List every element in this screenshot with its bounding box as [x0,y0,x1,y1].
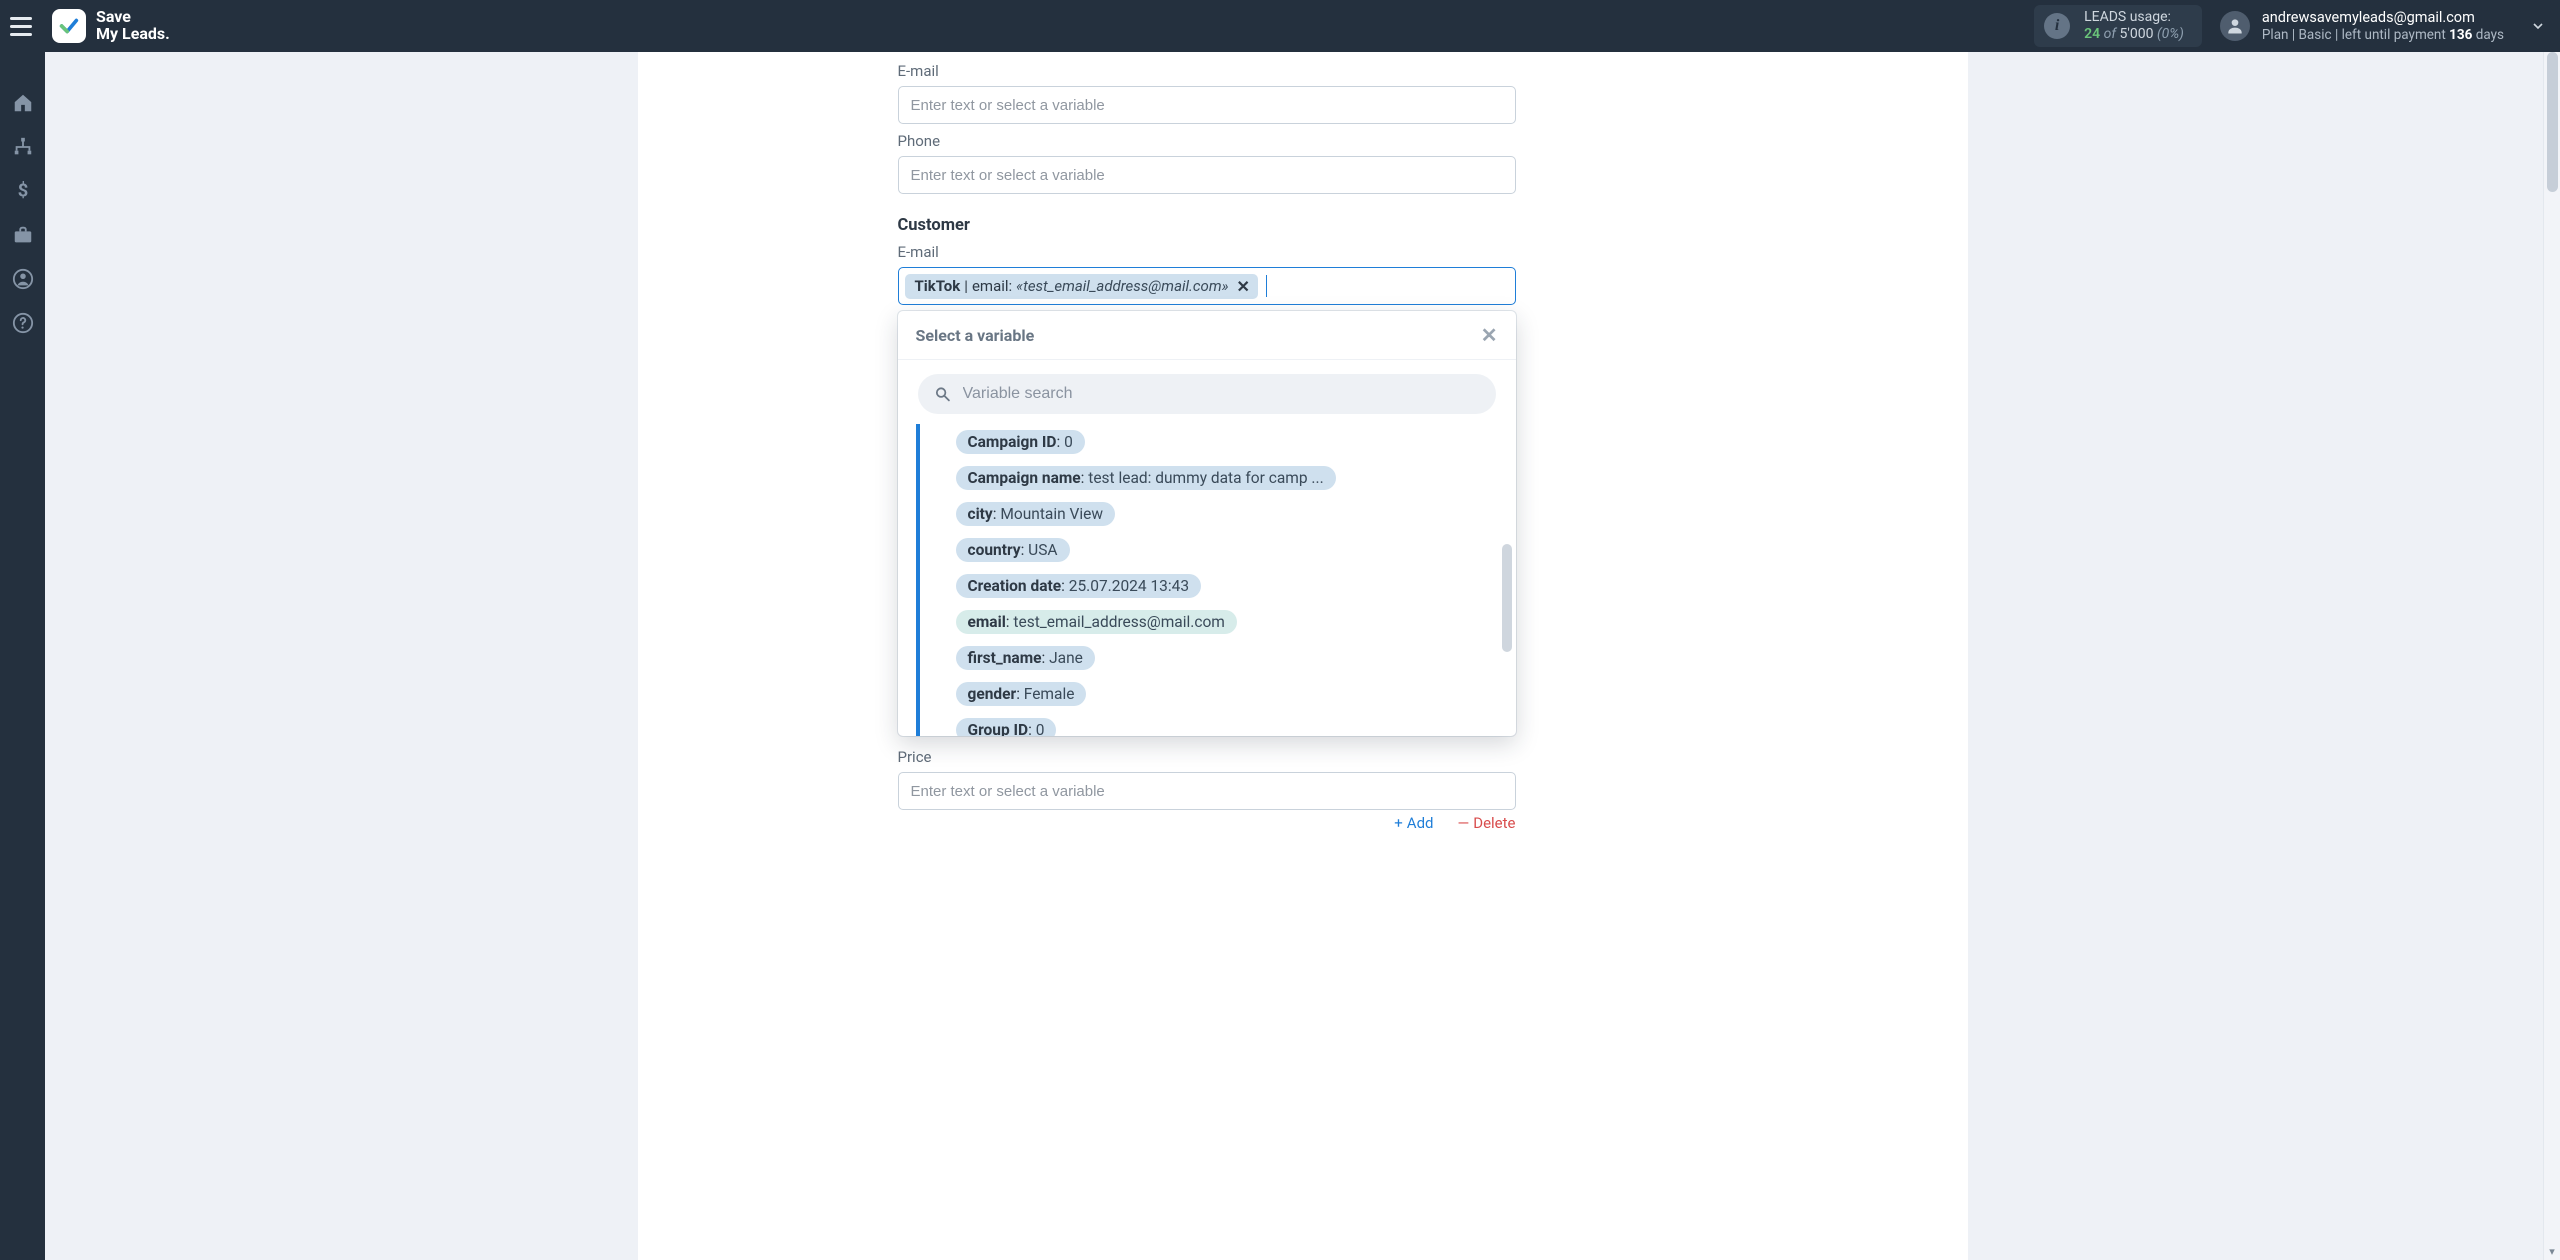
variable-search[interactable] [918,374,1496,414]
nav-billing[interactable]: $ [0,170,45,212]
customer-email-input[interactable]: TikTok | email: «test_email_address@mail… [898,267,1516,305]
variable-panel-title: Select a variable [916,326,1035,345]
variable-option[interactable]: email: test_email_address@mail.com [956,610,1237,634]
nav-briefcase[interactable] [0,214,45,256]
variable-option[interactable]: country: USA [956,538,1070,562]
menu-toggle[interactable] [10,12,38,40]
topbar: Save My Leads. i LEADS usage: 24 of 5'00… [0,0,2560,52]
nav-help[interactable] [0,302,45,344]
variable-option[interactable]: gender: Female [956,682,1087,706]
variable-chip[interactable]: TikTok | email: «test_email_address@mail… [905,274,1258,299]
leads-usage[interactable]: i LEADS usage: 24 of 5'000 (0%) [2034,5,2202,47]
variable-option[interactable]: city: Mountain View [956,502,1116,526]
avatar-icon [2220,11,2250,41]
variable-search-input[interactable] [963,385,1480,403]
add-button[interactable]: + Add [1394,814,1433,832]
text-caret [1266,275,1267,297]
page: E-mail Phone Customer E-mail TikTok | em… [45,52,2560,1260]
label-cust-email: E-mail [898,243,1708,261]
chip-source: TikTok [915,277,961,295]
brand[interactable]: Save My Leads. [52,9,170,43]
row-actions: + Add — Delete [898,814,1516,832]
user-menu[interactable]: andrewsavemyleads@gmail.com Plan | Basic… [2220,9,2546,43]
sidebar: $ [0,52,45,1260]
plus-icon: + [1394,814,1403,832]
email-input[interactable] [898,86,1516,124]
chip-field: email: [972,277,1012,295]
nav-account[interactable] [0,258,45,300]
phone-input[interactable] [898,156,1516,194]
nav-home[interactable] [0,82,45,124]
close-icon[interactable]: ✕ [1481,323,1498,347]
user-text: andrewsavemyleads@gmail.com Plan | Basic… [2262,9,2504,43]
form-card: E-mail Phone Customer E-mail TikTok | em… [638,52,1968,1260]
variable-option[interactable]: Campaign ID: 0 [956,430,1085,454]
variable-option[interactable]: first_name: Jane [956,646,1095,670]
chip-remove-icon[interactable]: ✕ [1236,277,1249,296]
usage-text: LEADS usage: 24 of 5'000 (0%) [2084,9,2184,43]
label-phone: Phone [898,132,1708,150]
variable-list[interactable]: Campaign ID: 0 Campaign name: test lead: … [916,424,1516,736]
page-scrollbar[interactable]: ▴ ▾ [2543,52,2560,1260]
nav-connections[interactable] [0,126,45,168]
logo-icon [52,9,86,43]
label-price: Price [898,748,1708,766]
svg-text:$: $ [17,181,28,202]
chip-value: «test_email_address@mail.com» [1016,277,1228,295]
variable-option[interactable]: Group ID: 0 [956,718,1057,736]
brand-text: Save My Leads. [96,9,170,43]
scroll-down-icon[interactable]: ▾ [2544,1243,2560,1260]
minus-icon: — [1458,814,1470,832]
delete-button[interactable]: — Delete [1458,814,1516,832]
chevron-down-icon [2530,18,2546,34]
info-icon: i [2044,13,2070,39]
variable-option[interactable]: Creation date: 25.07.2024 13:43 [956,574,1202,598]
variable-option[interactable]: Campaign name: test lead: dummy data for… [956,466,1336,490]
section-customer: Customer [898,216,1708,235]
variable-panel: Select a variable ✕ Campaign ID: 0Campai… [898,311,1516,736]
scroll-thumb[interactable] [2547,52,2558,192]
variable-list-scrollbar[interactable] [1502,544,1512,652]
price-input[interactable] [898,772,1516,810]
search-icon [934,385,951,403]
label-email: E-mail [898,62,1708,80]
chip-sep: | [964,277,968,295]
